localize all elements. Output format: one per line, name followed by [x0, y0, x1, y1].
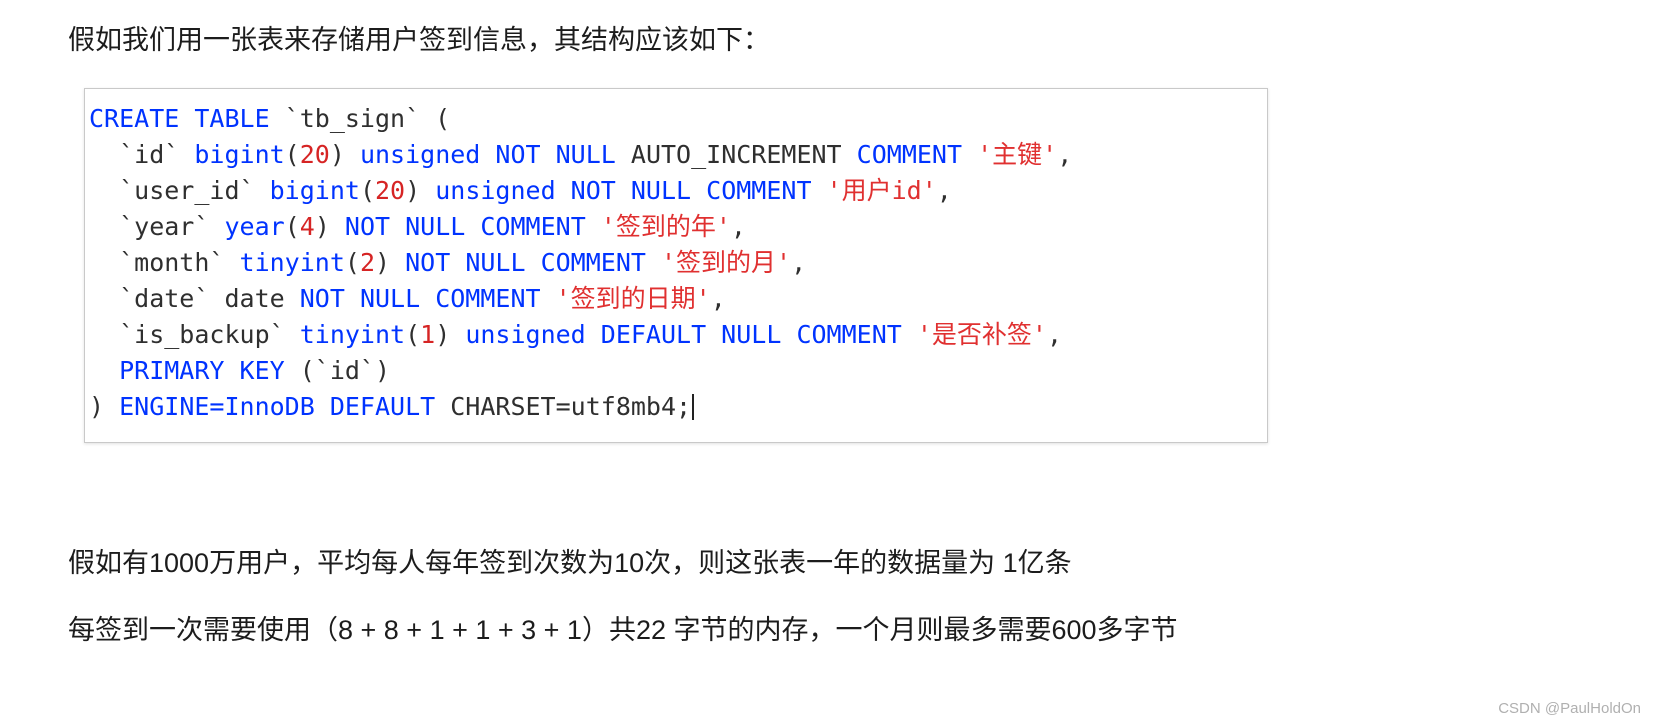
code-token: (	[405, 320, 421, 349]
code-token: unsigned DEFAULT NULL COMMENT	[465, 320, 917, 349]
code-line: `user_id` bigint(20) unsigned NOT NULL C…	[89, 173, 1267, 209]
code-token: ,	[1046, 320, 1063, 349]
code-token: `tb_sign` (	[284, 104, 451, 133]
code-token: ,	[710, 284, 726, 313]
code-token: `user_id`	[89, 176, 270, 205]
code-token: 20	[375, 176, 406, 205]
code-token: (`id`)	[299, 356, 391, 385]
code-token: 1	[420, 320, 436, 349]
code-token: ,	[730, 212, 746, 241]
code-token: '用户id'	[826, 176, 937, 205]
csdn-watermark: CSDN @PaulHoldOn	[1498, 700, 1641, 717]
code-token: tinyint	[239, 248, 345, 277]
code-token: `date`	[89, 284, 225, 313]
code-token: year	[224, 212, 285, 241]
code-line: `date` date NOT NULL COMMENT '签到的日期',	[89, 281, 1267, 317]
code-token: bigint	[269, 176, 360, 205]
code-token: ,	[791, 248, 807, 277]
code-token: )	[314, 212, 345, 241]
code-token: )	[435, 320, 466, 349]
code-line: ) ENGINE=InnoDB DEFAULT CHARSET=utf8mb4;	[89, 389, 1267, 425]
code-token: PRIMARY KEY	[89, 356, 300, 385]
summary-line-1: 假如有1000万用户，平均每人每年签到次数为10次，则这张表一年的数据量为 1亿…	[68, 548, 1072, 578]
code-token: )	[89, 392, 120, 421]
code-token: ,	[1057, 140, 1073, 169]
code-token: '签到的年'	[600, 212, 731, 241]
code-token: `is_backup`	[89, 320, 300, 349]
code-token: 2	[359, 248, 375, 277]
sql-code-block: CREATE TABLE `tb_sign` ( `id` bigint(20)…	[84, 88, 1268, 443]
summary-line-2: 每签到一次需要使用（8 + 8 + 1 + 1 + 3 + 1）共22 字节的内…	[68, 615, 1178, 645]
code-token: (	[344, 248, 360, 277]
code-token: '签到的日期'	[555, 284, 711, 313]
code-token: 20	[299, 140, 330, 169]
code-token: COMMENT	[856, 140, 978, 169]
code-line: `year` year(4) NOT NULL COMMENT '签到的年',	[89, 209, 1267, 245]
code-token: '签到的月'	[660, 248, 792, 277]
code-token: )	[405, 176, 436, 205]
code-token: ENGINE=InnoDB DEFAULT	[119, 392, 451, 421]
code-token: NOT NULL COMMENT	[344, 212, 601, 241]
code-line: PRIMARY KEY (`id`)	[89, 353, 1267, 389]
code-token: date	[224, 284, 300, 313]
code-token: tinyint	[299, 320, 406, 349]
code-token: )	[375, 248, 406, 277]
intro-paragraph: 假如我们用一张表来存储用户签到信息，其结构应该如下：	[68, 25, 770, 55]
code-token: `month`	[89, 248, 240, 277]
code-token: NOT NULL COMMENT	[405, 248, 661, 277]
code-token: `id`	[89, 140, 195, 169]
code-token: unsigned NOT NULL COMMENT	[435, 176, 827, 205]
text-cursor	[692, 394, 695, 420]
code-token: (	[284, 140, 300, 169]
code-token: NOT NULL COMMENT	[299, 284, 556, 313]
code-line: CREATE TABLE `tb_sign` (	[89, 101, 1267, 137]
code-token: '是否补签'	[916, 320, 1047, 349]
code-token: (	[284, 212, 300, 241]
code-line: `month` tinyint(2) NOT NULL COMMENT '签到的…	[89, 245, 1267, 281]
code-token: bigint	[194, 140, 285, 169]
code-token: AUTO_INCREMENT	[630, 140, 857, 169]
code-token: 4	[299, 212, 315, 241]
code-token: (	[359, 176, 375, 205]
code-token: CHARSET=utf8mb4;	[450, 392, 692, 421]
code-token: '主键'	[977, 140, 1058, 169]
code-token: )	[329, 140, 360, 169]
code-token: ,	[936, 176, 952, 205]
code-token: CREATE TABLE	[89, 104, 285, 133]
code-line: `id` bigint(20) unsigned NOT NULL AUTO_I…	[89, 137, 1267, 173]
sql-code-content: CREATE TABLE `tb_sign` ( `id` bigint(20)…	[85, 89, 1267, 425]
code-token: unsigned NOT NULL	[359, 140, 631, 169]
code-line: `is_backup` tinyint(1) unsigned DEFAULT …	[89, 317, 1267, 353]
code-token: `year`	[89, 212, 225, 241]
